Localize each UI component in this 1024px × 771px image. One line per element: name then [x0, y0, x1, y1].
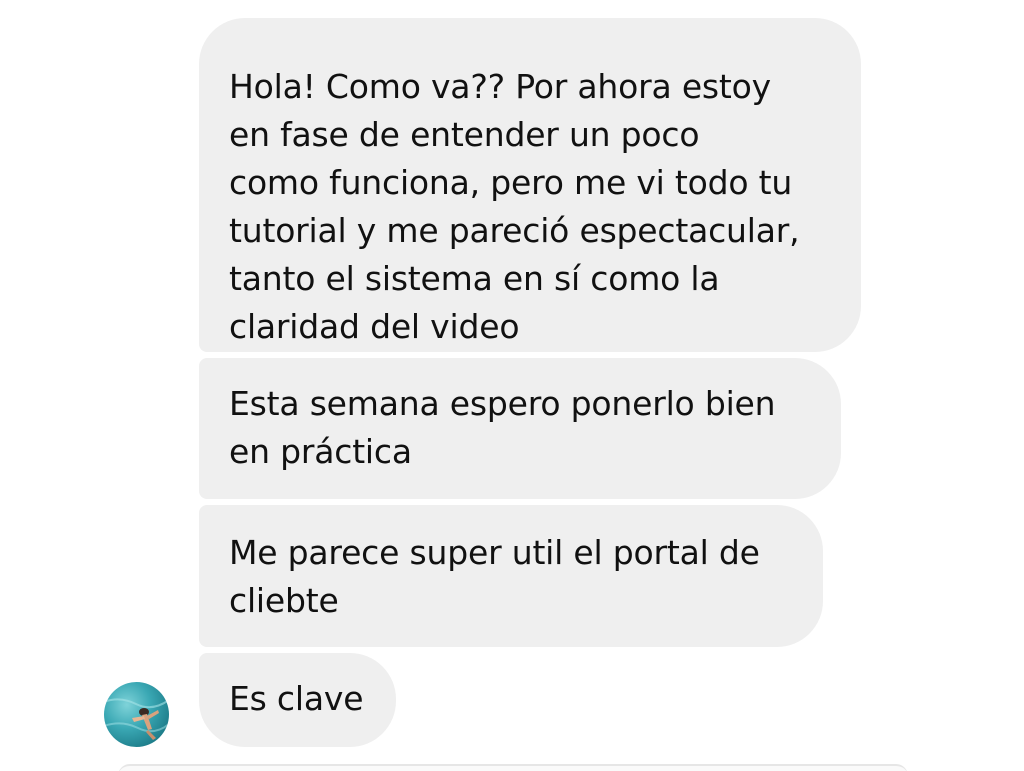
- message-bubble-3[interactable]: Me parece super util el portal de cliebt…: [199, 505, 823, 647]
- message-bubble-2[interactable]: Esta semana espero ponerlo bien en práct…: [199, 358, 841, 499]
- message-bubble-4[interactable]: Es clave: [199, 653, 396, 747]
- composer-edge: [118, 764, 908, 771]
- sender-avatar[interactable]: [104, 682, 169, 747]
- message-bubble-1[interactable]: Hola! Como va?? Por ahora estoy en fase …: [199, 18, 861, 352]
- message-thread: Hola! Como va?? Por ahora estoy en fase …: [0, 0, 1024, 771]
- avatar-image-icon: [104, 698, 169, 740]
